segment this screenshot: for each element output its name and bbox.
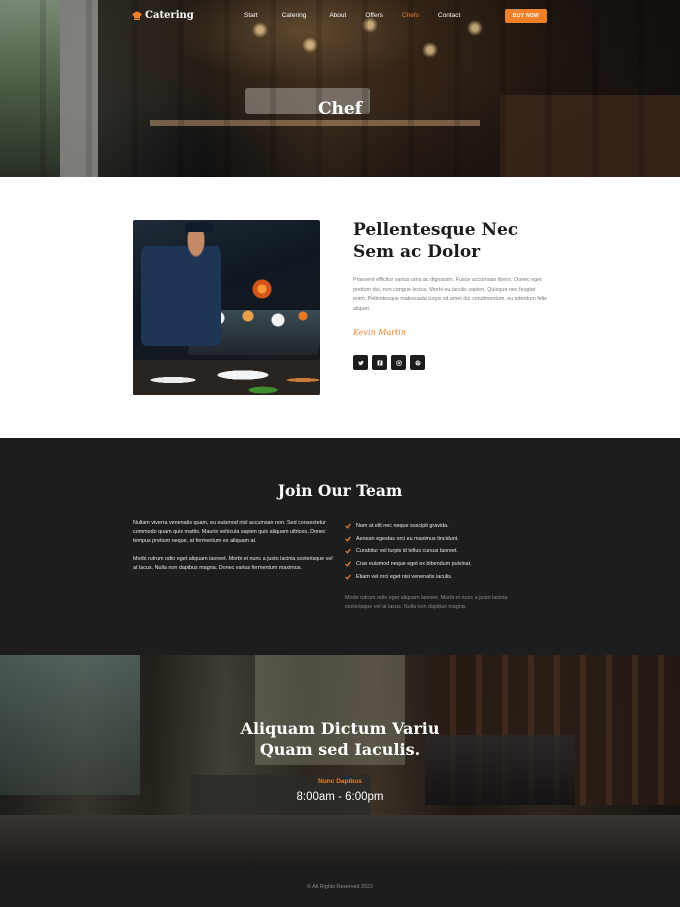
- copyright-text: © All Rights Reserved 2022: [307, 884, 373, 890]
- hours-title-line-2: Quam sed Iaculis.: [259, 740, 421, 759]
- logo-text: Catering: [145, 10, 194, 21]
- chef-hat-icon: [132, 11, 142, 20]
- hours-label: Nunc Dapibus: [318, 778, 362, 785]
- top-navigation: Catering Start Catering About Offers Che…: [0, 0, 680, 34]
- instagram-link[interactable]: [391, 355, 406, 370]
- join-paragraph-1: Nullam viverra venenatis quam, eu euismo…: [133, 520, 326, 544]
- check-icon: [345, 549, 351, 555]
- chef-profile-section: Pellentesque Nec Sem ac Dolor Praesent e…: [0, 177, 680, 438]
- join-team-section: Join Our Team Nullam viverra venenatis q…: [0, 438, 680, 655]
- hours-title-line-1: Aliquam Dictum Variu: [240, 719, 440, 738]
- chef-signature: Kevin Martin: [353, 328, 406, 337]
- list-item-text: Nam at elit nec neque suscipit gravida.: [356, 523, 449, 530]
- instagram-icon: [395, 359, 402, 366]
- nav-offers[interactable]: Offers: [365, 12, 383, 19]
- list-item-text: Aenean egestas orci eu maximus tincidunt…: [356, 535, 459, 542]
- photo-chef-hat: [185, 222, 213, 232]
- photo-chef-figure: [141, 228, 221, 346]
- check-icon: [345, 561, 351, 567]
- join-description: Nullam viverra venenatis quam, eu euismo…: [133, 519, 336, 573]
- pinterest-icon: [415, 360, 420, 365]
- join-title: Join Our Team: [277, 481, 403, 500]
- hero-banner: Catering Start Catering About Offers Che…: [0, 0, 680, 177]
- twitter-link[interactable]: [353, 355, 368, 370]
- chef-photo: [133, 220, 320, 395]
- check-icon: [345, 574, 351, 580]
- nav-about[interactable]: About: [329, 12, 346, 19]
- nav-catering[interactable]: Catering: [282, 12, 307, 19]
- list-item: Cras euismod neque eget ex bibendum pulv…: [345, 558, 472, 571]
- facebook-link[interactable]: [372, 355, 387, 370]
- list-item: Aenean egestas orci eu maximus tincidunt…: [345, 533, 472, 546]
- list-item: Nam at elit nec neque suscipit gravida.: [345, 520, 472, 533]
- benefits-list: Nam at elit nec neque suscipit gravida. …: [345, 520, 472, 583]
- list-item-text: Cras euismod neque eget ex bibendum pulv…: [356, 561, 472, 568]
- list-item-text: Etiam vel orci eget nisi venenatis iacul…: [356, 573, 453, 580]
- facebook-icon: [377, 360, 382, 365]
- list-item: Curabitur vel turpis id tellus cursus la…: [345, 545, 472, 558]
- twitter-icon: [357, 360, 364, 365]
- check-icon: [345, 523, 351, 530]
- join-note: Morbi rutrum odio eget aliquam laoreet. …: [345, 595, 508, 610]
- opening-hours-section: Aliquam Dictum Variu Quam sed Iaculis. N…: [0, 655, 680, 870]
- bg-table: [0, 815, 680, 870]
- social-links: [353, 355, 425, 370]
- join-paragraph-2: Morbi rutrum odio eget aliquam laoreet. …: [133, 556, 333, 571]
- page-title: Chef: [317, 99, 363, 119]
- list-item-text: Curabitur vel turpis id tellus cursus la…: [356, 548, 458, 555]
- chef-heading: Pellentesque Nec Sem ac Dolor: [353, 220, 519, 262]
- hours-title: Aliquam Dictum Variu Quam sed Iaculis.: [0, 718, 680, 760]
- pinterest-link[interactable]: [410, 355, 425, 370]
- main-menu: Start Catering About Offers Chefs Contac…: [244, 12, 460, 19]
- nav-chefs[interactable]: Chefs: [402, 12, 419, 19]
- check-icon: [345, 536, 351, 542]
- list-item: Etiam vel orci eget nisi venenatis iacul…: [345, 570, 472, 583]
- photo-bowls: [133, 360, 320, 395]
- opening-time: 8:00am - 6:00pm: [296, 791, 384, 803]
- nav-contact[interactable]: Contact: [438, 12, 460, 19]
- photo-torch-flame: [251, 278, 273, 300]
- nav-start[interactable]: Start: [244, 12, 258, 19]
- chef-description: Praesent efficitur varius urna ac dignis…: [353, 277, 547, 312]
- site-logo[interactable]: Catering: [132, 10, 194, 21]
- buy-now-button[interactable]: BUY NOW: [505, 9, 547, 23]
- footer: © All Rights Reserved 2022: [0, 870, 680, 907]
